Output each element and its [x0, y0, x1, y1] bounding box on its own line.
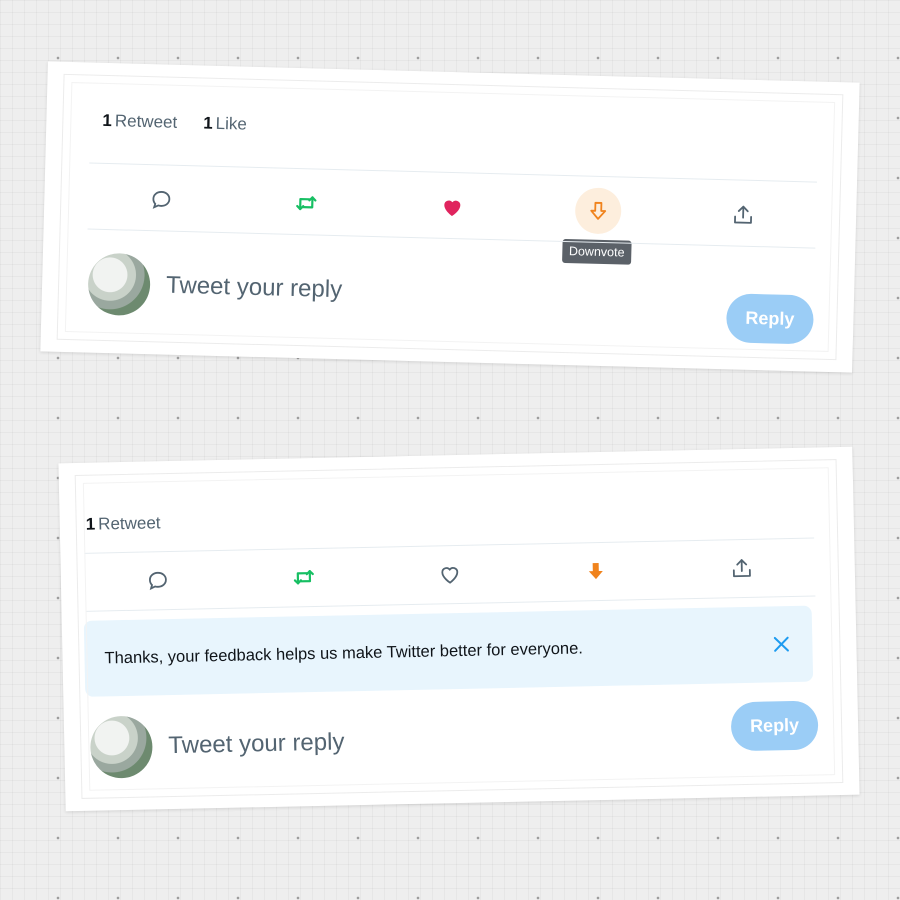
share-icon	[734, 205, 753, 224]
retweet-button[interactable]	[280, 554, 327, 601]
like-stat[interactable]: 1 Like	[203, 114, 247, 135]
reply-icon	[152, 191, 171, 209]
reply-composer: Tweet your reply Reply	[87, 241, 815, 345]
action-bar	[84, 544, 815, 605]
action-bar: Downvote	[88, 175, 817, 265]
reply-button[interactable]	[138, 176, 185, 223]
reply-submit-button[interactable]: Reply	[725, 293, 815, 345]
like-icon	[441, 567, 459, 584]
close-icon[interactable]	[770, 633, 792, 655]
share-button[interactable]	[720, 191, 767, 238]
tweet-card-hover-state: 1 Retweet 1 Like Downvote Tweet your reply…	[40, 61, 860, 373]
feedback-banner: Thanks, your feedback helps us make Twit…	[83, 605, 814, 697]
downvote-icon	[589, 201, 606, 220]
share-button[interactable]	[718, 545, 765, 592]
retweet-stat[interactable]: 1 Retweet	[86, 513, 161, 535]
downvote-icon	[588, 563, 603, 580]
reply-input[interactable]: Tweet your reply	[168, 720, 731, 760]
feedback-message: Thanks, your feedback helps us make Twit…	[104, 638, 584, 667]
retweet-icon	[293, 570, 314, 585]
retweet-stat[interactable]: 1 Retweet	[102, 111, 177, 133]
tweet-card-downvoted-state: 1 Retweet Thanks, your feedback helps us …	[58, 446, 860, 812]
tweet-stats: 1 Retweet	[86, 513, 161, 535]
like-button[interactable]	[426, 551, 473, 598]
avatar	[89, 715, 154, 779]
avatar	[87, 252, 151, 316]
like-button[interactable]	[429, 183, 476, 230]
retweet-icon	[296, 196, 317, 211]
reply-submit-button[interactable]: Reply	[730, 700, 819, 751]
share-icon	[732, 559, 751, 578]
downvote-button-active[interactable]	[572, 548, 619, 595]
reply-composer: Tweet your reply Reply	[89, 700, 819, 779]
reply-button[interactable]	[134, 557, 181, 604]
reply-icon	[149, 571, 167, 591]
tweet-stats: 1 Retweet 1 Like	[102, 111, 247, 135]
downvote-button[interactable]: Downvote	[561, 187, 632, 265]
like-icon	[444, 200, 461, 217]
retweet-button[interactable]	[283, 180, 330, 227]
reply-input[interactable]: Tweet your reply	[166, 271, 728, 314]
